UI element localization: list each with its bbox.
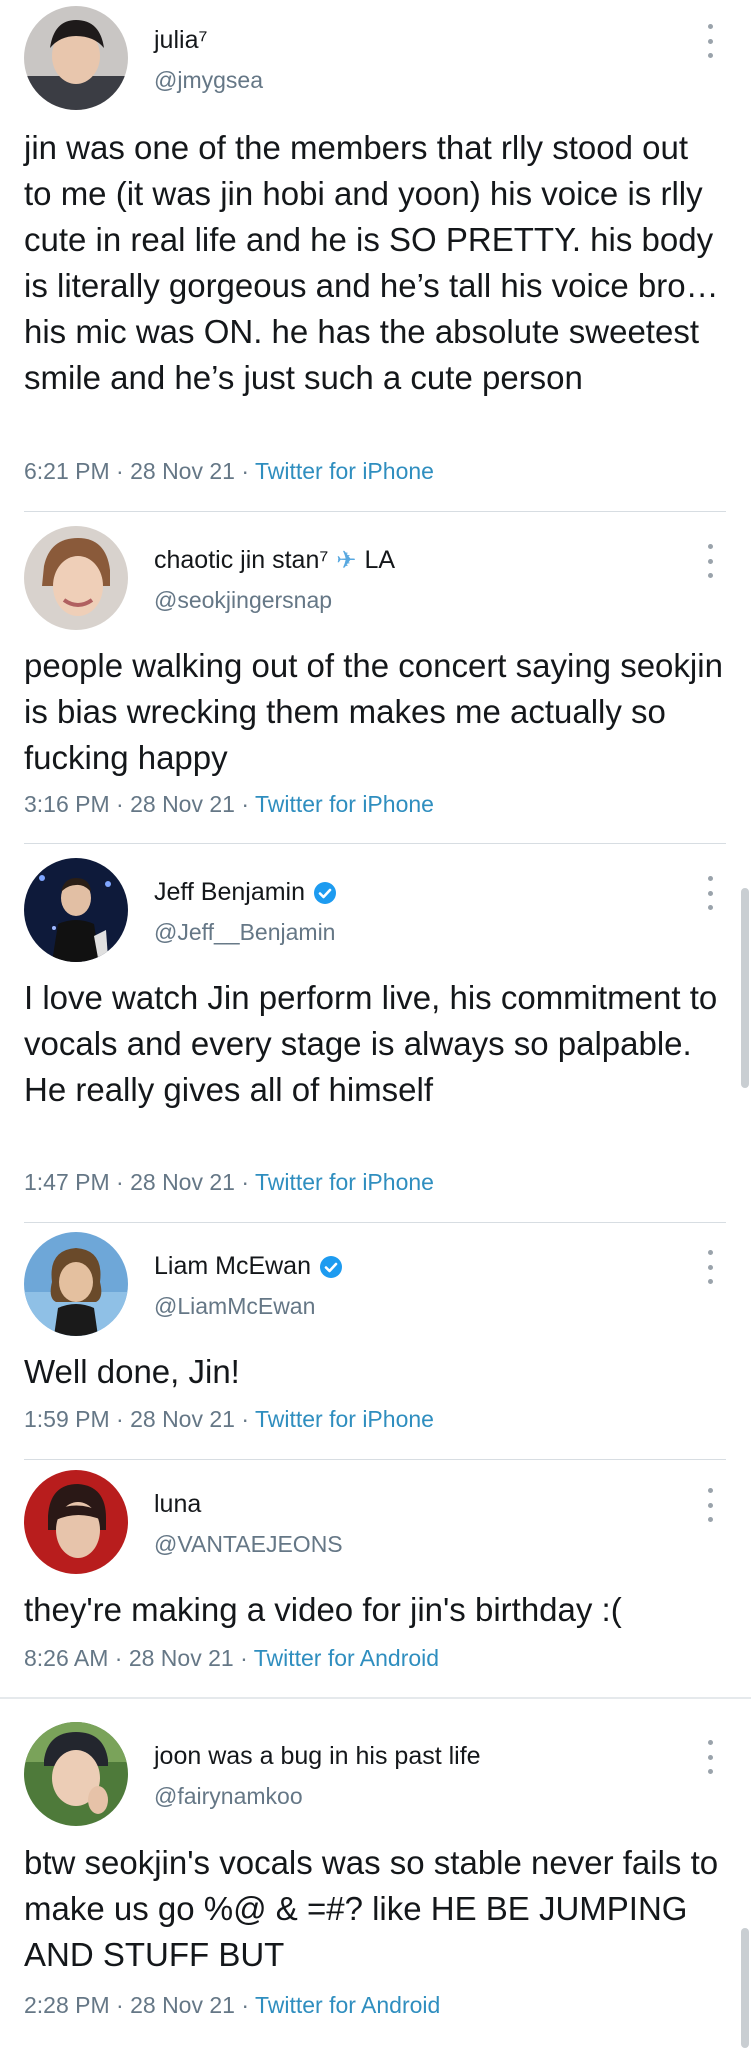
username[interactable]: @seokjingersnap <box>154 587 332 614</box>
username[interactable]: @jmygsea <box>154 67 263 94</box>
timestamp: 1:59 PM · 28 Nov 21 · <box>24 1406 255 1432</box>
display-name[interactable]: Jeff Benjamin <box>154 878 305 907</box>
display-name[interactable]: joon was a bug in his past life <box>154 1742 481 1771</box>
source-link[interactable]: Twitter for Android <box>255 1992 440 2018</box>
tweet-text: they're making a video for jin's birthda… <box>24 1591 622 1628</box>
more-vertical-icon[interactable] <box>702 24 718 58</box>
avatar[interactable] <box>24 1232 128 1336</box>
scrollbar-thumb[interactable] <box>741 888 749 1088</box>
divider <box>24 1222 726 1223</box>
more-vertical-icon[interactable] <box>702 1250 718 1284</box>
scrollbar-thumb[interactable] <box>741 1928 749 2048</box>
source-link[interactable]: Twitter for iPhone <box>255 458 434 484</box>
tweet-meta: 8:26 AM · 28 Nov 21 · Twitter for Androi… <box>24 1645 439 1672</box>
timestamp: 1:47 PM · 28 Nov 21 · <box>24 1169 255 1195</box>
verified-badge-icon <box>314 881 337 904</box>
username[interactable]: @VANTAEJEONS <box>154 1531 343 1558</box>
username[interactable]: @Jeff__Benjamin <box>154 919 335 946</box>
tweet-text: people walking out of the concert saying… <box>24 647 733 776</box>
tweet-meta: 6:21 PM · 28 Nov 21 · Twitter for iPhone <box>24 458 434 485</box>
timestamp: 3:16 PM · 28 Nov 21 · <box>24 791 255 817</box>
tweet-meta: 3:16 PM · 28 Nov 21 · Twitter for iPhone <box>24 791 434 818</box>
tweet-meta: 2:28 PM · 28 Nov 21 · Twitter for Androi… <box>24 1992 440 2019</box>
verified-badge-icon <box>320 1255 342 1278</box>
tweet-meta: 1:59 PM · 28 Nov 21 · Twitter for iPhone <box>24 1406 434 1433</box>
username[interactable]: @LiamMcEwan <box>154 1293 315 1320</box>
tweet-text: btw seokjin's vocals was so stable never… <box>24 1844 728 1973</box>
timestamp: 2:28 PM · 28 Nov 21 · <box>24 1992 255 2018</box>
divider <box>24 1459 726 1460</box>
more-vertical-icon[interactable] <box>702 544 718 578</box>
display-name[interactable]: luna <box>154 1490 201 1519</box>
divider <box>0 1697 751 1699</box>
display-name[interactable]: julia⁷ <box>154 26 208 55</box>
more-vertical-icon[interactable] <box>702 1740 718 1774</box>
more-vertical-icon[interactable] <box>702 876 718 910</box>
airplane-icon: ✈ <box>336 547 357 574</box>
source-link[interactable]: Twitter for iPhone <box>255 1169 434 1195</box>
source-link[interactable]: Twitter for iPhone <box>255 791 434 817</box>
timestamp: 6:21 PM · 28 Nov 21 · <box>24 458 255 484</box>
tweet-text: I love watch Jin perform live, his commi… <box>24 979 727 1108</box>
tweet-text: Well done, Jin! <box>24 1353 240 1390</box>
timestamp: 8:26 AM · 28 Nov 21 · <box>24 1645 254 1671</box>
more-vertical-icon[interactable] <box>702 1488 718 1522</box>
tweet-text: jin was one of the members that rlly sto… <box>24 129 723 396</box>
avatar[interactable] <box>24 526 128 630</box>
display-name-suffix: LA <box>364 546 396 574</box>
display-name[interactable]: Liam McEwan <box>154 1252 311 1281</box>
source-link[interactable]: Twitter for Android <box>254 1645 439 1671</box>
avatar[interactable] <box>24 858 128 962</box>
display-name[interactable]: chaotic jin stan⁷ <box>154 546 328 575</box>
divider <box>24 511 726 512</box>
username[interactable]: @fairynamkoo <box>154 1783 303 1810</box>
avatar[interactable] <box>24 1722 128 1826</box>
avatar[interactable] <box>24 1470 128 1574</box>
source-link[interactable]: Twitter for iPhone <box>255 1406 434 1432</box>
divider <box>24 843 726 844</box>
avatar[interactable] <box>24 6 128 110</box>
tweet-meta: 1:47 PM · 28 Nov 21 · Twitter for iPhone <box>24 1169 434 1196</box>
